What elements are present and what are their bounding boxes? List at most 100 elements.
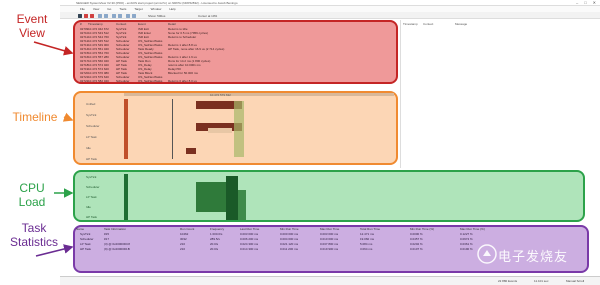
cpu-track-label: HP Task xyxy=(86,215,98,219)
timeline-cursor-time: 10.472 579 632 xyxy=(210,93,231,97)
open-icon[interactable] xyxy=(78,13,82,18)
lp-task-gap xyxy=(208,128,232,133)
event-cell-ctx: Scheduler xyxy=(116,79,130,83)
status-events: 22 880 Events xyxy=(498,279,518,283)
timeline-track-label: Idle xyxy=(86,146,91,150)
st-col-total-run: Total Run Time xyxy=(360,227,381,231)
stats-row[interactable]: SysTick #15 10462 1 000.0/s 0.003 000 ms 0.00… xyxy=(76,232,588,236)
cpu-track-label: Idle xyxy=(86,205,91,209)
st-col-min-pct: Min Run Time (%) xyxy=(410,227,435,231)
forward-icon[interactable] xyxy=(132,13,136,18)
stats-cell-minp: 0.0202 % xyxy=(410,242,423,246)
stats-cell-last: 0.003 000 ms xyxy=(240,232,259,236)
ev-col-event: Event xyxy=(138,23,146,26)
ctx-col-timestamp: Timestamp xyxy=(403,22,418,26)
stats-cell-min: 0.011 200 ms xyxy=(280,247,298,251)
event-row[interactable]: 02722 10.472 582 040 Scheduler OS_SetNextTa… xyxy=(80,79,398,83)
event-cell-num: 02722 xyxy=(80,79,88,83)
stats-cell-total: 19.060 ms xyxy=(360,237,375,241)
watermark-logo: 电子发烧友 xyxy=(476,239,594,269)
stats-cell-maxp: 0.0974 % xyxy=(460,237,473,241)
ev-col-context: Context xyxy=(116,23,127,26)
idle-activity-bar xyxy=(234,101,244,157)
stats-cell-name: HP Task xyxy=(80,247,92,251)
timeline-track-label: HP Task xyxy=(86,157,98,161)
stats-cell-last: 0.014 300 ms xyxy=(240,247,259,251)
stats-cell-last: 0.006 200 ms xyxy=(240,237,259,241)
stats-cell-max: 0.003 000 ms xyxy=(320,232,339,236)
stats-table-header: Name Task Information Run Count Frequenc… xyxy=(76,227,588,231)
timeline-cursor-line[interactable] xyxy=(172,99,173,159)
cpu-load-label: CPU Load xyxy=(18,181,46,209)
st-col-max-run: Max Run Time xyxy=(320,227,340,231)
stats-cell-min: 0.000 000 ms xyxy=(280,232,299,236)
stop-icon[interactable] xyxy=(90,13,94,18)
cpu-systick-bar xyxy=(124,174,128,220)
zoom-in-icon[interactable] xyxy=(112,13,116,18)
stats-cell-min: 0.004 000 ms xyxy=(280,237,299,241)
st-col-name: Name xyxy=(76,227,85,231)
cursor-selector[interactable]: Cursor at 10% xyxy=(198,14,217,18)
task-statistics-label: Task Statistics xyxy=(9,221,58,249)
hp-task-activity-bar xyxy=(186,148,196,154)
systick-activity-bar xyxy=(124,99,128,159)
stats-cell-maxp: 0.0361 % xyxy=(460,242,473,246)
stats-cell-last: 0.024 300 ms xyxy=(240,242,259,246)
status-elapsed: 11.101 sec xyxy=(534,279,549,283)
cpu-track-label: LP Task xyxy=(86,195,97,199)
status-mode[interactable]: Manual Scroll xyxy=(566,279,584,283)
timeline-arrow xyxy=(62,112,74,122)
stats-cell-name: LP Task xyxy=(80,242,91,246)
window-title: SEGGER SystemView V2.30 (PRO) - embOS st… xyxy=(76,1,238,5)
stats-cell-max: 0.019 900 ms xyxy=(320,247,339,251)
ctx-col-message: Message xyxy=(455,22,468,26)
timeline-track-label: Scheduler xyxy=(86,124,100,128)
stats-cell-freq: 20.0/s xyxy=(210,242,219,246)
stats-cell-info: #15 xyxy=(104,232,110,236)
stats-cell-total: 5.084 ms xyxy=(360,242,373,246)
zoom-selector[interactable]: Show: 500us xyxy=(148,14,165,18)
back-icon[interactable] xyxy=(126,13,130,18)
st-col-count: Run Count xyxy=(180,227,195,231)
stats-cell-count: 3032 xyxy=(180,237,187,241)
stats-cell-info: (9) @ 0x20000D1B xyxy=(104,247,130,251)
st-col-max-pct: Max Run Time (%) xyxy=(460,227,485,231)
status-bar: 22 880 Events 11.101 sec Manual Scroll xyxy=(60,276,600,285)
stats-cell-total: 3.064 ms xyxy=(360,247,373,251)
cpu-idle-bar xyxy=(226,176,238,220)
stats-cell-minp: 0.0457 % xyxy=(410,237,423,241)
ev-col-detail: Detail xyxy=(168,23,176,26)
stats-cell-info: #17 xyxy=(104,237,110,241)
stats-cell-count: 210 xyxy=(180,247,186,251)
event-view-label: Event View xyxy=(16,12,48,40)
play-icon[interactable] xyxy=(98,13,102,18)
cpu-hp-task-bar xyxy=(238,190,246,220)
stats-cell-max: 0.037 800 ms xyxy=(320,242,339,246)
timeline-label: Timeline xyxy=(12,110,58,124)
event-cell-event: OS_SetNextTasks xyxy=(138,79,163,83)
event-cell-time: 10.472 582 040 xyxy=(88,79,109,83)
stats-cell-name: Scheduler xyxy=(80,237,94,241)
stats-cell-total: 12.471 ms xyxy=(360,232,375,236)
cpu-track-label: Scheduler xyxy=(86,185,100,189)
event-cell-detail: Returns 0 after 8.0 us xyxy=(168,79,197,83)
stats-cell-maxp: 0.0190 % xyxy=(460,247,473,251)
st-col-frequency: Frequency xyxy=(210,227,225,231)
record-icon[interactable] xyxy=(84,13,88,18)
minimize-button[interactable]: – xyxy=(576,0,578,5)
st-col-min-run: Min Run Time xyxy=(280,227,299,231)
maximize-button[interactable]: □ xyxy=(584,0,586,5)
watermark-text: 电子发烧友 xyxy=(498,250,569,265)
close-button[interactable]: ✕ xyxy=(593,0,596,5)
cpu-load-overlay xyxy=(73,170,585,222)
stats-cell-freq: 1 000.0/s xyxy=(210,232,223,236)
pause-icon[interactable] xyxy=(104,13,108,18)
timeline-ruler[interactable] xyxy=(124,93,394,96)
stats-cell-freq: 289.5/s xyxy=(210,237,220,241)
st-col-info: Task Information xyxy=(104,227,127,231)
stats-cell-info: (3) @ 0x20000DC8 xyxy=(104,242,130,246)
stats-cell-name: SysTick xyxy=(80,232,91,236)
stats-cell-count: 10462 xyxy=(180,232,189,236)
zoom-out-icon[interactable] xyxy=(118,13,122,18)
st-col-last-run: Last Run Time xyxy=(240,227,260,231)
